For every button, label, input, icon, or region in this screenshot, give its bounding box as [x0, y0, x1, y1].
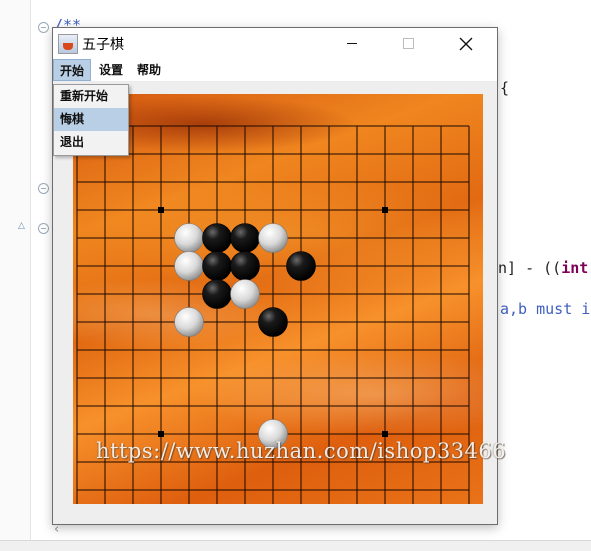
watermark-text: https://www.huzhan.com/ishop33466: [96, 439, 507, 463]
black-stone: [286, 251, 316, 281]
window-title: 五子棋: [82, 37, 124, 53]
fold-toggle-icon[interactable]: −: [38, 223, 49, 234]
black-stone: [202, 223, 232, 253]
star-point: [382, 207, 388, 213]
white-stone: [174, 307, 204, 337]
code-expression: n] - ((int[: [498, 259, 591, 277]
editor-scrollbar[interactable]: [0, 540, 591, 551]
menu-settings[interactable]: 设置: [93, 59, 129, 81]
menu-help[interactable]: 帮助: [131, 59, 167, 81]
black-stone: [202, 251, 232, 281]
white-stone: [174, 223, 204, 253]
close-button[interactable]: [443, 28, 489, 59]
black-stone: [230, 251, 260, 281]
minimize-button[interactable]: [329, 28, 375, 59]
white-stone: [174, 251, 204, 281]
menu-item-restart[interactable]: 重新开始: [54, 85, 128, 108]
fold-toggle-icon[interactable]: −: [38, 22, 49, 33]
star-point: [382, 431, 388, 437]
maximize-button[interactable]: [385, 28, 431, 59]
title-bar[interactable]: 五子棋: [53, 28, 497, 59]
close-icon: [459, 37, 473, 50]
menu-start[interactable]: 开始: [53, 59, 91, 81]
menu-item-undo[interactable]: 悔棋: [54, 108, 128, 131]
code-keyword: int: [561, 259, 589, 277]
menu-bar: 开始 设置 帮助: [53, 59, 497, 82]
fold-toggle-icon[interactable]: −: [38, 183, 49, 194]
code-brace: {: [500, 79, 510, 97]
white-stone: [230, 279, 260, 309]
white-stone: [258, 223, 288, 253]
black-stone: [230, 223, 260, 253]
menu-item-exit[interactable]: 退出: [54, 131, 128, 154]
star-point: [158, 207, 164, 213]
code-text: n] - ((: [498, 259, 562, 277]
black-stone: [258, 307, 288, 337]
editor-gutter: [0, 0, 31, 540]
java-app-icon: [58, 34, 78, 54]
star-point: [158, 431, 164, 437]
code-comment: a,b must i: [500, 300, 591, 318]
black-stone: [202, 279, 232, 309]
start-menu-dropdown: 重新开始 悔棋 退出: [53, 84, 129, 156]
override-marker-icon: △: [18, 221, 25, 231]
